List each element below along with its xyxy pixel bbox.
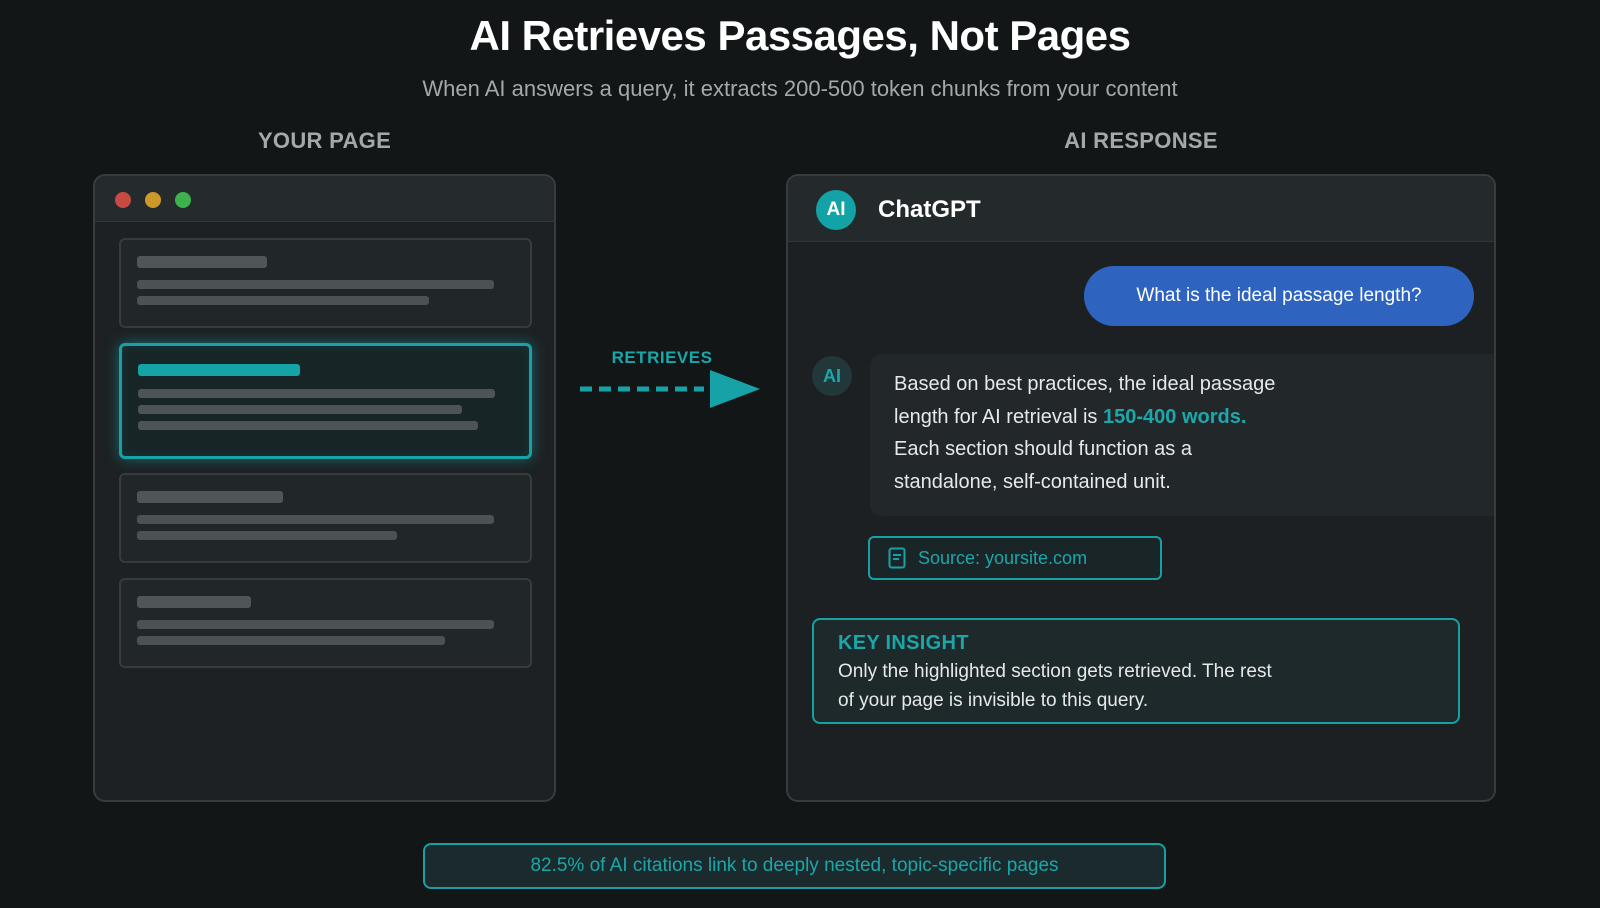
- page-section-1: [119, 238, 532, 328]
- key-insight-title: KEY INSIGHT: [838, 632, 969, 654]
- document-icon: [888, 547, 906, 569]
- window-maximize-dot[interactable]: [175, 192, 191, 208]
- answer-highlight: 150-400 words.: [1102, 405, 1247, 428]
- dashed-arrow-icon: [580, 370, 760, 408]
- assistant-avatar-small: AI: [812, 356, 852, 396]
- page-section-4: [119, 578, 532, 668]
- key-insight-text: Only the highlighted section gets retrie…: [838, 657, 1434, 715]
- page-mockup-window: [93, 174, 556, 802]
- answer-line: Each section should function as a: [894, 438, 1192, 460]
- window-minimize-dot[interactable]: [145, 192, 161, 208]
- answer-text: length for AI retrieval is: [894, 405, 1103, 428]
- section-text-placeholder: [137, 296, 429, 305]
- section-text-placeholder: [138, 421, 478, 430]
- assistant-name: ChatGPT: [878, 196, 981, 223]
- your-page-label: YOUR PAGE: [257, 128, 392, 153]
- answer-line: length for AI retrieval is 150-400 words…: [894, 401, 1486, 434]
- source-label: Source: yoursite.com: [918, 547, 1088, 568]
- answer-line: Based on best practices, the ideal passa…: [894, 373, 1276, 395]
- page-subtitle: When AI answers a query, it extracts 200…: [422, 76, 1178, 101]
- insight-line: of your page is invisible to this query.: [838, 690, 1149, 711]
- browser-titlebar: [95, 176, 554, 222]
- section-heading-placeholder: [137, 491, 283, 503]
- chat-window: AI ChatGPT What is the ideal passage len…: [786, 174, 1496, 802]
- key-insight-box: KEY INSIGHT Only the highlighted section…: [812, 618, 1460, 724]
- retrieves-label: RETRIEVES: [611, 348, 713, 367]
- section-text-placeholder: [138, 405, 462, 414]
- section-text-placeholder: [137, 531, 397, 540]
- insight-line: Only the highlighted section gets retrie…: [838, 661, 1272, 682]
- page-title: AI Retrieves Passages, Not Pages: [469, 12, 1131, 59]
- section-text-placeholder: [137, 280, 494, 289]
- source-citation[interactable]: Source: yoursite.com: [868, 536, 1162, 580]
- page-section-3: [119, 473, 532, 563]
- section-heading-placeholder: [138, 364, 300, 376]
- section-text-placeholder: [137, 636, 445, 645]
- section-text-placeholder: [138, 389, 495, 398]
- assistant-message-bubble: Based on best practices, the ideal passa…: [870, 354, 1494, 516]
- chat-header: AI ChatGPT: [788, 176, 1494, 242]
- section-text-placeholder: [137, 515, 494, 524]
- ai-response-label: AI RESPONSE: [1064, 128, 1218, 153]
- section-heading-placeholder: [137, 596, 251, 608]
- citation-stat-banner: 82.5% of AI citations link to deeply nes…: [423, 843, 1166, 889]
- answer-line: standalone, self-contained unit.: [894, 470, 1171, 493]
- assistant-avatar: AI: [816, 190, 856, 230]
- section-heading-placeholder: [137, 256, 267, 268]
- window-close-dot[interactable]: [115, 192, 131, 208]
- page-section-highlighted: [119, 343, 532, 459]
- section-text-placeholder: [137, 620, 494, 629]
- user-message-bubble: What is the ideal passage length?: [1084, 266, 1474, 326]
